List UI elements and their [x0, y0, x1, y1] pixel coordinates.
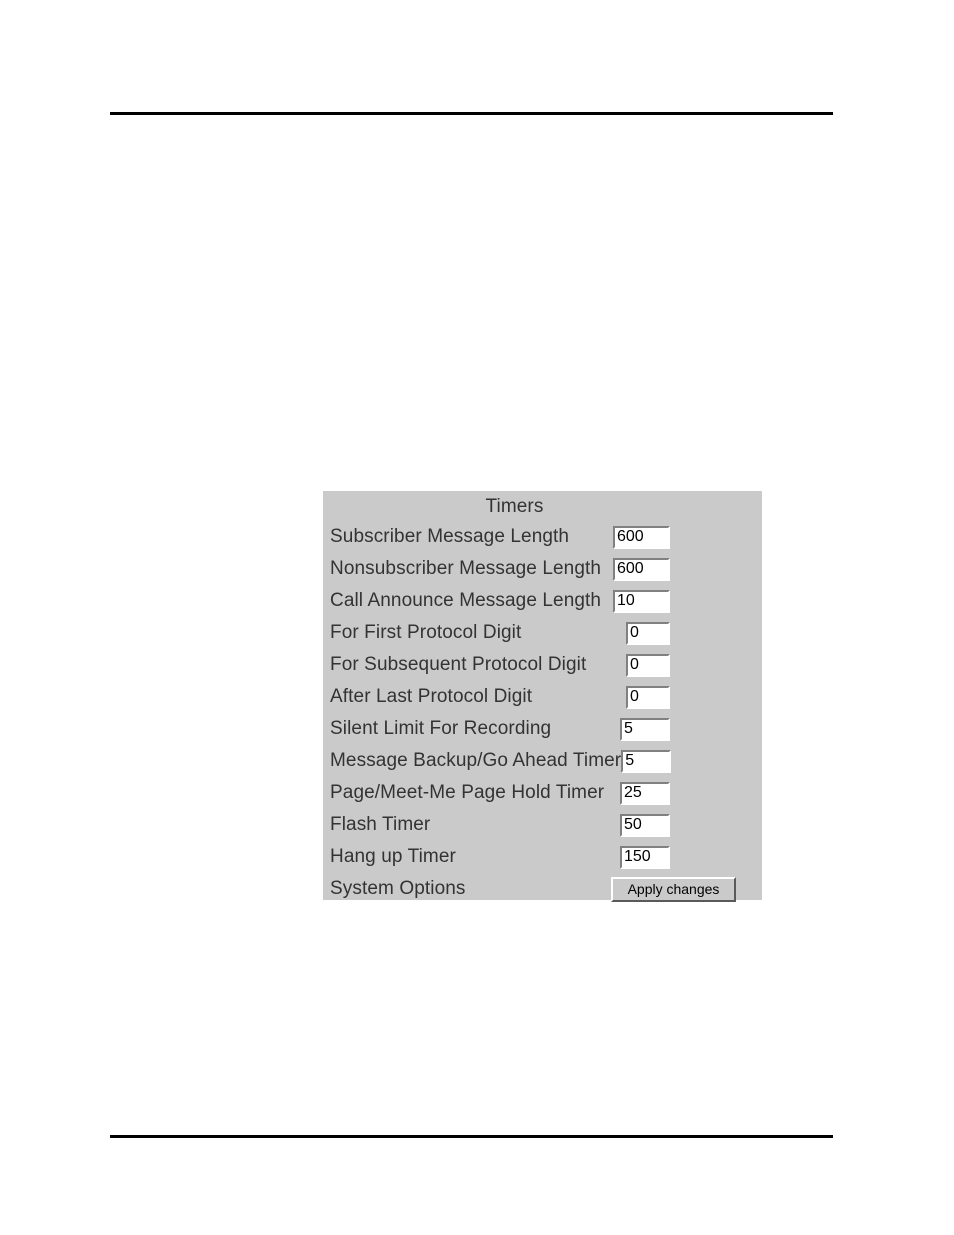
timer-row: For Subsequent Protocol Digit — [323, 649, 762, 681]
timer-row: Call Announce Message Length — [323, 585, 762, 617]
timer-row-label: Silent Limit For Recording — [330, 718, 552, 739]
timer-value-input[interactable] — [620, 781, 670, 805]
timer-row: Nonsubscriber Message Length — [323, 553, 762, 585]
timer-row-label: Subscriber Message Length — [330, 526, 570, 547]
timer-row-label: For First Protocol Digit — [330, 622, 522, 643]
timer-value-input[interactable] — [613, 525, 670, 549]
timer-row: Subscriber Message Length — [323, 521, 762, 553]
timer-row: After Last Protocol Digit — [323, 681, 762, 713]
apply-changes-button[interactable]: Apply changes — [611, 876, 736, 902]
system-options-label: System Options — [330, 878, 466, 899]
panel-title: Timers — [485, 496, 544, 517]
timer-row: Page/Meet-Me Page Hold Timer — [323, 777, 762, 809]
timer-value-input[interactable] — [620, 813, 670, 837]
timer-row-label: Nonsubscriber Message Length — [330, 558, 602, 579]
timer-value-input[interactable] — [620, 717, 670, 741]
timer-value-input[interactable] — [620, 845, 670, 869]
timer-row-label: Call Announce Message Length — [330, 590, 602, 611]
timer-value-input[interactable] — [613, 557, 670, 581]
timer-row: Message Backup/Go Ahead Timer — [323, 745, 762, 777]
timer-row-label: For Subsequent Protocol Digit — [330, 654, 587, 675]
timer-value-input[interactable] — [613, 589, 670, 613]
timer-value-input[interactable] — [626, 653, 670, 677]
timer-value-input[interactable] — [626, 621, 670, 645]
timer-value-input[interactable] — [621, 749, 672, 773]
timer-row: For First Protocol Digit — [323, 617, 762, 649]
timer-row-label: Page/Meet-Me Page Hold Timer — [330, 782, 605, 803]
header-rule — [110, 112, 833, 115]
timer-row-label: Hang up Timer — [330, 846, 456, 867]
timer-row: Hang up Timer — [323, 841, 762, 873]
timer-value-input[interactable] — [626, 685, 670, 709]
timer-row-label: After Last Protocol Digit — [330, 686, 533, 707]
system-options-row: System Options Apply changes — [323, 873, 762, 905]
timer-row-label: Message Backup/Go Ahead Timer — [330, 750, 622, 771]
timer-row: Silent Limit For Recording — [323, 713, 762, 745]
timer-row: Flash Timer — [323, 809, 762, 841]
timer-row-label: Flash Timer — [330, 814, 431, 835]
timers-panel: Timers Subscriber Message Length Nonsubsc… — [323, 491, 762, 902]
footer-rule — [110, 1135, 833, 1138]
timer-rows-list: Subscriber Message Length Nonsubscriber M… — [323, 521, 762, 873]
